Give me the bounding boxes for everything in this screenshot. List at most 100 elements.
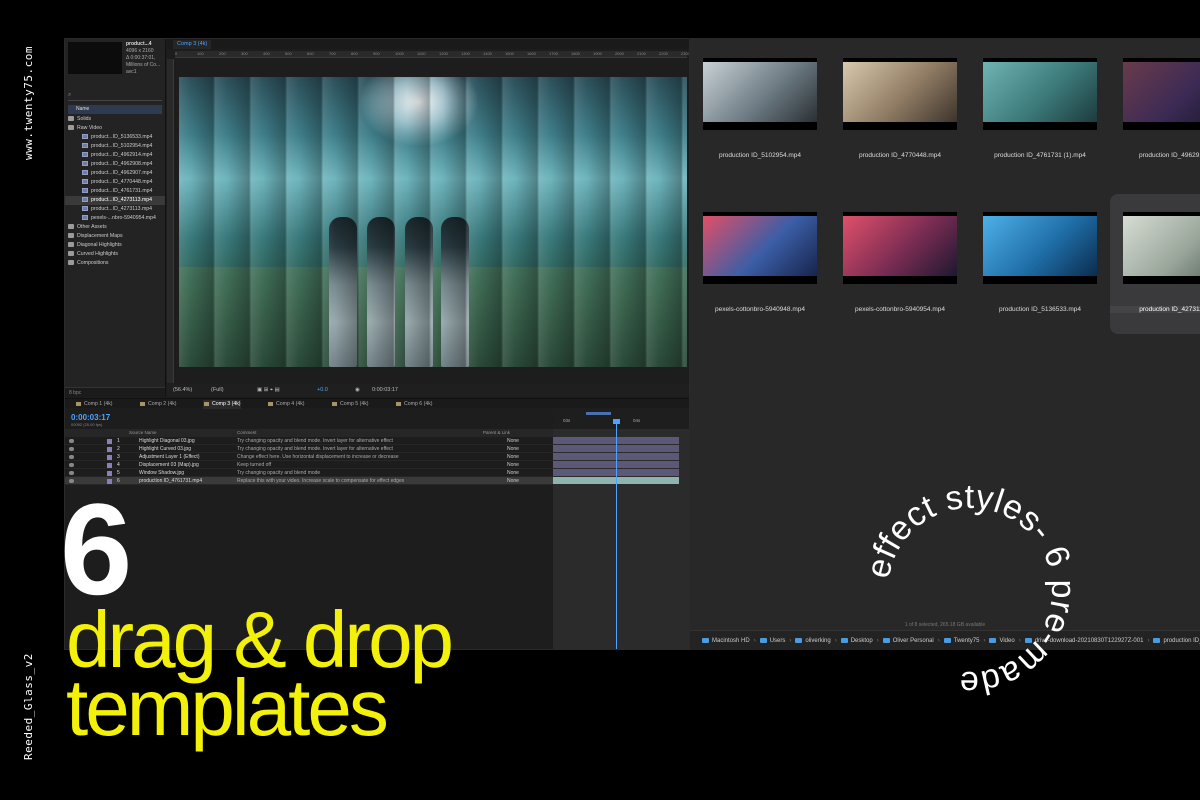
finder-file-tile[interactable]: production ID_5136533.mp4 xyxy=(970,194,1110,334)
file-name-label: production ID_4770448.mp4 xyxy=(858,152,942,159)
zoom-select[interactable]: (56.4%) xyxy=(173,384,192,396)
layer-row[interactable]: 4 Displacement 03 (Map).jpg Keep turned of… xyxy=(65,461,553,469)
project-file[interactable]: product...ID_4273113.mp4 xyxy=(65,205,165,214)
layer-row[interactable]: 3 Adjustment Layer 1 (Effect) Change effec… xyxy=(65,453,553,461)
project-folder[interactable]: Raw Video xyxy=(65,124,165,133)
visibility-eye-icon[interactable] xyxy=(69,447,74,451)
folder-icon xyxy=(68,116,74,122)
project-folder[interactable]: Displacement Maps xyxy=(65,232,165,241)
layer-parent-select[interactable]: None xyxy=(507,437,519,445)
project-file[interactable]: pexels-...nbro-5940954.mp4 xyxy=(65,214,165,223)
visibility-eye-icon[interactable] xyxy=(69,471,74,475)
tab-comp-3[interactable]: Comp 3 (4k) xyxy=(173,40,212,49)
playhead[interactable] xyxy=(616,421,617,649)
project-item-label: Curved Highlights xyxy=(77,251,118,257)
name-column-header[interactable]: Name xyxy=(68,105,162,114)
time-ruler[interactable]: 03s 04s xyxy=(553,409,689,429)
source-name-header[interactable]: Source Name xyxy=(129,429,157,437)
circular-badge: effect styles- 6 pre-made xyxy=(859,478,1082,702)
project-file[interactable]: product...ID_4761731.mp4 xyxy=(65,187,165,196)
layer-row[interactable]: 6 production ID_4761731.mp4 Replace this w… xyxy=(65,477,553,485)
path-segment[interactable]: oliverking xyxy=(805,638,830,644)
folder-icon xyxy=(795,637,803,643)
finder-file-tile[interactable]: pexels-cottonbro-5940948.mp4 xyxy=(690,194,830,334)
layer-row[interactable]: 2 Highlight Curved 03.jpg Try changing opa… xyxy=(65,445,553,453)
project-file[interactable]: product...ID_4770448.mp4 xyxy=(65,178,165,187)
visibility-eye-icon[interactable] xyxy=(69,463,74,467)
work-area-bar[interactable] xyxy=(586,412,611,415)
layer-row[interactable]: 1 Highlight Diagonal 03.jpg Try changing o… xyxy=(65,437,553,445)
layer-parent-select[interactable]: None xyxy=(507,445,519,453)
project-folder[interactable]: Curved Highlights xyxy=(65,250,165,259)
timeline-tab[interactable]: Comp 4 (4k) xyxy=(267,400,305,409)
ruler-tick: 800 xyxy=(351,51,358,56)
headline-text: drag & drop templates xyxy=(66,600,454,748)
folder-icon xyxy=(702,637,709,643)
path-segment[interactable]: Macintosh HD xyxy=(712,638,750,644)
finder-file-tile[interactable]: pexels-cottonbro-5940954.mp4 xyxy=(830,194,970,334)
layer-row[interactable]: 5 Window Shadow.jpg Try changing opacity a… xyxy=(65,469,553,477)
layer-label-color[interactable] xyxy=(107,462,112,468)
project-folder[interactable]: Diagonal Highlights xyxy=(65,241,165,250)
finder-file-tile[interactable]: production ID_5102954.mp4 xyxy=(690,40,830,180)
visibility-eye-icon[interactable] xyxy=(69,439,74,443)
layer-label-color[interactable] xyxy=(107,446,112,452)
project-file[interactable]: product...ID_5102954.mp4 xyxy=(65,142,165,151)
file-name-label: pexels-cottonbro-5940954.mp4 xyxy=(855,306,945,313)
finder-file-tile[interactable]: production ID_4770448.mp4 xyxy=(830,40,970,180)
timeline-tracks[interactable]: 03s 04s xyxy=(553,409,689,649)
project-file[interactable]: product...ID_4962907.mp4 xyxy=(65,169,165,178)
project-file[interactable]: product...ID_4962908.mp4 xyxy=(65,160,165,169)
project-thumbnail xyxy=(68,42,122,74)
project-folder[interactable]: Compositions xyxy=(65,259,165,268)
layer-label-color[interactable] xyxy=(107,470,112,476)
exposure-value[interactable]: +0.0 xyxy=(317,384,328,396)
project-item-label: product...ID_5136533.mp4 xyxy=(91,134,153,140)
finder-file-tile[interactable]: production ID_4761731 (1).mp4 xyxy=(970,40,1110,180)
video-file-icon xyxy=(82,161,88,167)
timeline-tab[interactable]: Comp 6 (4k) xyxy=(395,400,433,409)
comment-header[interactable]: Comment xyxy=(237,429,257,437)
resolution-select[interactable]: (Full) xyxy=(211,384,224,396)
ruler-tick: 1600 xyxy=(527,51,536,56)
timeline-tab[interactable]: Comp 1 (4k) xyxy=(75,400,113,409)
layer-label-color[interactable] xyxy=(107,454,112,460)
visibility-eye-icon[interactable] xyxy=(69,455,74,459)
layer-column-headers: Source Name Comment Parent & Link xyxy=(65,429,553,437)
ruler-tick: 1200 xyxy=(439,51,448,56)
thumbnail-image xyxy=(1123,62,1200,122)
viewer-timecode[interactable]: 0:00:03:17 xyxy=(372,384,398,396)
layer-parent-select[interactable]: None xyxy=(507,469,519,477)
timeline-tab[interactable]: Comp 2 (4k) xyxy=(139,400,177,409)
project-folder[interactable]: Solids xyxy=(65,115,165,124)
timeline-tab[interactable]: Comp 5 (4k) xyxy=(331,400,369,409)
parent-header[interactable]: Parent & Link xyxy=(483,429,510,437)
path-segment[interactable]: Users xyxy=(770,638,786,644)
video-file-icon xyxy=(82,170,88,176)
project-file[interactable]: product...ID_5136533.mp4 xyxy=(65,133,165,142)
video-thumbnail xyxy=(1123,212,1200,284)
composition-viewer[interactable] xyxy=(179,77,687,367)
layer-label-color[interactable] xyxy=(107,438,112,444)
snapshot-icon[interactable]: ◉ xyxy=(355,384,360,396)
project-item-label: product...ID_4962908.mp4 xyxy=(91,161,153,167)
finder-file-tile[interactable]: production ID_4273113.mp4 xyxy=(1110,194,1200,334)
project-folder[interactable]: Other Assets xyxy=(65,223,165,232)
ruler-tick: 900 xyxy=(373,51,380,56)
layer-parent-select[interactable]: None xyxy=(507,477,519,485)
path-segment[interactable]: production ID_4273113.mp4 xyxy=(1163,638,1200,644)
bit-depth-label[interactable]: 8 bpc xyxy=(69,390,81,396)
project-search-input[interactable]: ⌕ xyxy=(68,92,162,101)
project-item-label: product...ID_4962907.mp4 xyxy=(91,170,153,176)
layer-parent-select[interactable]: None xyxy=(507,461,519,469)
project-file[interactable]: product...ID_4273113.mp4 xyxy=(65,196,165,205)
video-thumbnail xyxy=(843,58,957,130)
finder-file-tile[interactable]: production ID_4962914.mp4 xyxy=(1110,40,1200,180)
layer-number: 1 xyxy=(117,438,120,444)
timeline-timecode[interactable]: 0:00:03:17 xyxy=(71,413,110,422)
project-item-label: product...ID_4273113.mp4 xyxy=(91,206,153,212)
view-tools-icon[interactable]: ▣ ⊞ ⌖ ▤ xyxy=(257,384,280,396)
layer-parent-select[interactable]: None xyxy=(507,453,519,461)
timeline-tab[interactable]: Comp 3 (4k) xyxy=(203,400,241,409)
project-file[interactable]: product...ID_4962914.mp4 xyxy=(65,151,165,160)
